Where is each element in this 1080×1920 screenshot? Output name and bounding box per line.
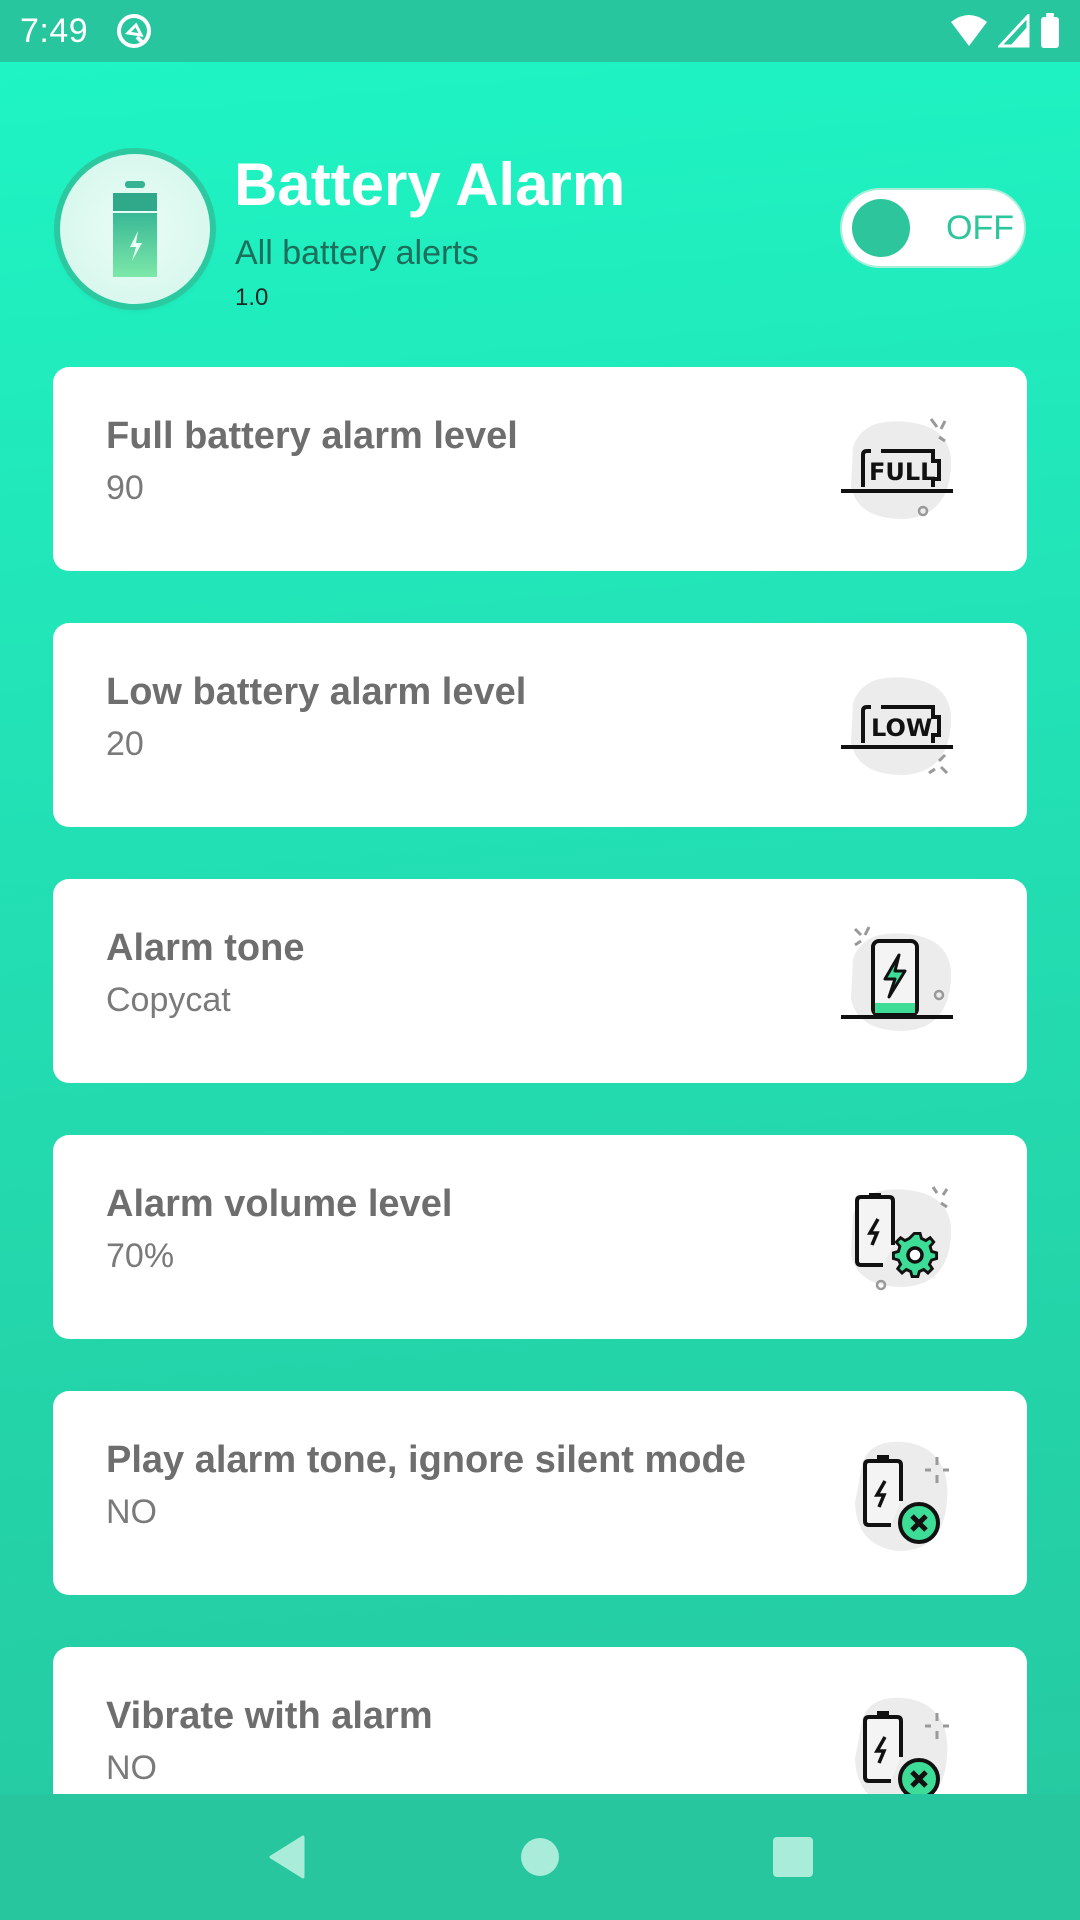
- setting-full-battery-level[interactable]: Full battery alarm level 90 FULL: [53, 367, 1027, 571]
- battery-settings-icon: [851, 1186, 952, 1291]
- charging-phone-icon: [841, 926, 953, 1031]
- back-icon: [269, 1835, 305, 1879]
- nav-recents-button[interactable]: [758, 1822, 828, 1892]
- cell-signal-icon: [998, 14, 1030, 48]
- settings-list: Full battery alarm level 90 FULL Low bat…: [53, 367, 1027, 1903]
- toggle-knob: [852, 199, 910, 257]
- svg-text:LOW: LOW: [871, 714, 932, 742]
- setting-value: 90: [106, 469, 144, 507]
- setting-title: Alarm volume level: [106, 1183, 453, 1225]
- nav-back-button[interactable]: [252, 1822, 322, 1892]
- setting-value: NO: [106, 1749, 157, 1787]
- setting-title: Play alarm tone, ignore silent mode: [106, 1439, 746, 1481]
- system-nav-bar: [0, 1794, 1080, 1920]
- setting-value: NO: [106, 1493, 157, 1531]
- setting-title: Low battery alarm level: [106, 671, 527, 713]
- battery-icon: [1041, 13, 1059, 48]
- battery-full-icon: FULL: [841, 418, 953, 519]
- setting-value: 70%: [106, 1237, 175, 1275]
- wifi-icon: [951, 15, 987, 46]
- setting-ignore-silent-mode[interactable]: Play alarm tone, ignore silent mode NO: [53, 1391, 1027, 1595]
- setting-title: Full battery alarm level: [106, 415, 518, 457]
- alarm-master-toggle[interactable]: OFF: [840, 188, 1026, 268]
- data-saver-icon: [117, 14, 152, 48]
- nav-home-button[interactable]: [505, 1822, 575, 1892]
- app-version: 1.0: [235, 284, 269, 311]
- setting-alarm-tone[interactable]: Alarm tone Copycat: [53, 879, 1027, 1083]
- app-subtitle: All battery alerts: [235, 234, 479, 272]
- app-logo: [60, 154, 210, 304]
- battery-charging-icon: [113, 181, 157, 277]
- setting-value: Copycat: [106, 981, 231, 1019]
- setting-title: Alarm tone: [106, 927, 305, 969]
- recents-icon: [773, 1837, 814, 1877]
- battery-low-icon: LOW: [841, 677, 953, 775]
- setting-title: Vibrate with alarm: [106, 1695, 433, 1737]
- app-title: Battery Alarm: [234, 151, 626, 218]
- setting-alarm-volume[interactable]: Alarm volume level 70%: [53, 1135, 1027, 1339]
- setting-low-battery-level[interactable]: Low battery alarm level 20 LOW: [53, 623, 1027, 827]
- status-bar: 7:49: [0, 0, 1080, 62]
- home-icon: [520, 1838, 559, 1876]
- setting-value: 20: [106, 725, 144, 763]
- svg-text:FULL: FULL: [869, 458, 935, 486]
- toggle-state-label: OFF: [946, 208, 1014, 247]
- app-header: Battery Alarm All battery alerts 1.0 OFF: [0, 62, 1080, 362]
- status-time: 7:49: [20, 11, 89, 50]
- battery-cancel-icon: [855, 1441, 949, 1551]
